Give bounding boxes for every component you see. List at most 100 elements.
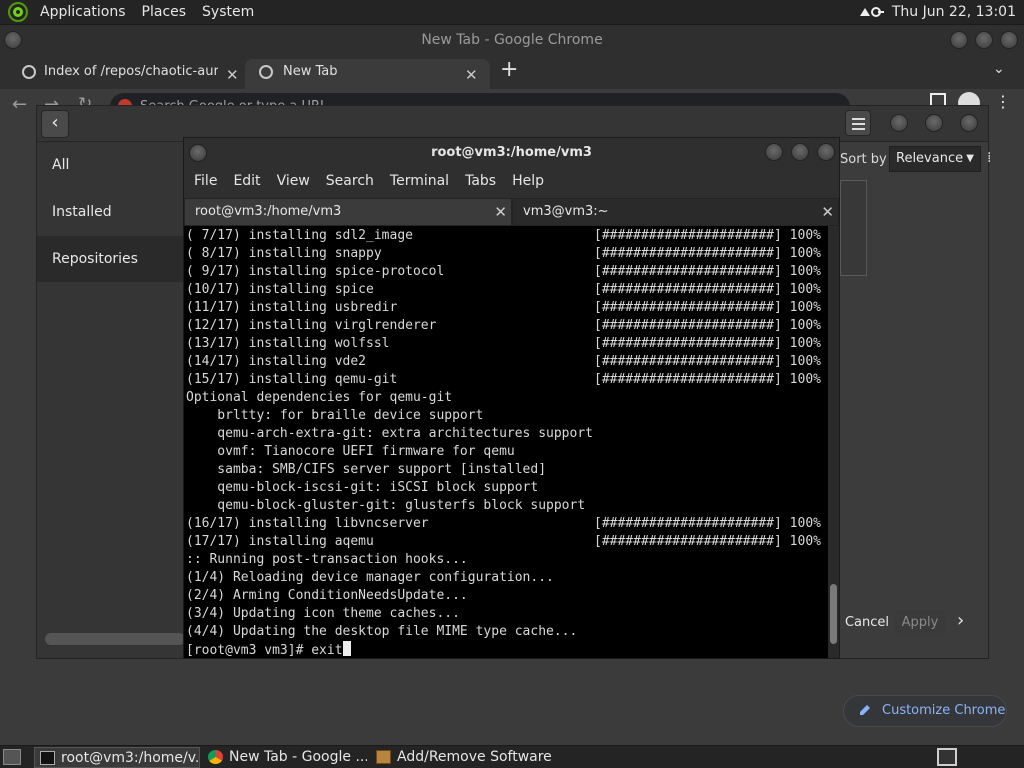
customize-chrome-button[interactable]: Customize Chrome xyxy=(843,695,1007,727)
terminal-line-text: (16/17) installing libvncserver xyxy=(186,516,429,531)
terminal-line-text: (11/17) installing usbredir xyxy=(186,300,398,315)
menu-terminal[interactable]: Terminal xyxy=(382,170,457,194)
close-button[interactable] xyxy=(817,143,835,161)
globe-icon xyxy=(259,65,273,79)
maximize-button[interactable] xyxy=(791,143,809,161)
task-add-remove-software[interactable]: Add/Remove Software xyxy=(371,747,561,768)
sidebar-item-installed[interactable]: Installed xyxy=(37,189,184,235)
maximize-button[interactable] xyxy=(925,114,943,132)
maximize-button[interactable] xyxy=(975,31,993,49)
new-tab-plus-icon[interactable]: + xyxy=(500,57,518,82)
terminal-output[interactable]: ( 7/17) installing sdl2_image [##########… xyxy=(184,226,828,658)
chrome-menu-icon[interactable]: ⋮ xyxy=(995,92,1011,111)
terminal-window: root@vm3:/home/vm3 File Edit View Search… xyxy=(183,137,840,659)
terminal-line: (2/4) Arming ConditionNeedsUpdate... xyxy=(186,587,468,605)
scrollbar-thumb[interactable] xyxy=(830,584,837,644)
close-button[interactable] xyxy=(960,114,978,132)
terminal-titlebar[interactable]: root@vm3:/home/vm3 xyxy=(184,138,839,168)
close-tab-icon[interactable]: ✕ xyxy=(821,199,834,225)
chrome-titlebar[interactable]: New Tab - Google Chrome xyxy=(0,25,1024,55)
close-tab-icon[interactable]: ✕ xyxy=(465,62,478,88)
terminal-tab-label: vm3@vm3:~ xyxy=(523,204,609,219)
terminal-line-progress: [######################] 100% xyxy=(594,264,821,279)
tab-search-chevron-icon[interactable]: ⌄ xyxy=(993,61,1005,77)
minimize-button[interactable] xyxy=(765,143,783,161)
menu-help[interactable]: Help xyxy=(504,170,552,194)
package-icon xyxy=(376,750,391,764)
task-label: Add/Remove Software xyxy=(397,749,552,765)
terminal-line: (16/17) installing libvncserver [########… xyxy=(186,515,821,533)
menu-file[interactable]: File xyxy=(186,170,225,194)
close-button[interactable] xyxy=(1000,31,1018,49)
terminal-line: qemu-block-iscsi-git: iSCSI block suppor… xyxy=(186,479,538,497)
task-chrome[interactable]: New Tab - Google ... xyxy=(203,747,367,768)
apply-button[interactable]: Apply xyxy=(895,610,945,636)
menu-tabs[interactable]: Tabs xyxy=(457,170,504,194)
minimize-button[interactable] xyxy=(890,114,908,132)
distro-logo-icon[interactable] xyxy=(8,2,28,22)
close-tab-icon[interactable]: ✕ xyxy=(226,62,239,88)
globe-icon xyxy=(22,65,36,79)
task-label: New Tab - Google ... xyxy=(229,749,367,765)
hamburger-menu-button[interactable] xyxy=(845,110,871,136)
workspace-switcher-icon[interactable] xyxy=(937,748,957,766)
menu-edit[interactable]: Edit xyxy=(225,170,268,194)
terminal-prompt[interactable]: [root@vm3 vm3]# exit xyxy=(186,641,351,658)
terminal-tab-vm3[interactable]: vm3@vm3:~ ✕ xyxy=(512,198,839,226)
pamac-sidebar: All Installed Repositories xyxy=(37,142,184,658)
terminal-line: ( 7/17) installing sdl2_image [##########… xyxy=(186,227,821,245)
tab-new-tab[interactable]: New Tab ✕ xyxy=(245,59,490,89)
terminal-line: (15/17) installing qemu-git [############… xyxy=(186,371,821,389)
terminal-scrollbar[interactable] xyxy=(828,226,839,658)
terminal-line-text: (13/17) installing wolfssl xyxy=(186,336,390,351)
menu-places[interactable]: Places xyxy=(134,4,195,20)
cancel-button[interactable]: Cancel xyxy=(843,610,891,636)
show-desktop-icon[interactable] xyxy=(3,749,21,765)
terminal-tab-root[interactable]: root@vm3:/home/vm3 ✕ xyxy=(184,198,512,226)
terminal-line: (11/17) installing usbredir [############… xyxy=(186,299,821,317)
chrome-tab-strip: Index of /repos/chaotic-aur/x8 ✕ New Tab… xyxy=(0,55,1024,89)
terminal-line-progress: [######################] 100% xyxy=(594,228,821,243)
terminal-line-text: brltty: for braille device support xyxy=(186,408,484,423)
terminal-line-text: (12/17) installing virglrenderer xyxy=(186,318,437,333)
terminal-line-text: qemu-arch-extra-git: extra architectures… xyxy=(186,426,593,441)
terminal-line-text: (4/4) Updating the desktop file MIME typ… xyxy=(186,624,578,639)
terminal-line-progress: [######################] 100% xyxy=(594,354,821,369)
horizontal-scrollbar[interactable] xyxy=(45,633,185,645)
sidebar-item-repositories[interactable]: Repositories xyxy=(37,236,184,282)
terminal-line: qemu-block-gluster-git: glusterfs block … xyxy=(186,497,585,515)
task-terminal[interactable]: root@vm3:/home/v... xyxy=(34,747,200,768)
network-arrows-icon[interactable] xyxy=(858,4,884,20)
grid-view-icon[interactable]: ⁞ xyxy=(987,150,991,166)
sort-select[interactable]: Relevance ▼ xyxy=(889,146,981,172)
tab-index-of-repos[interactable]: Index of /repos/chaotic-aur/x8 ✕ xyxy=(0,59,245,89)
menu-view[interactable]: View xyxy=(269,170,318,194)
terminal-line-text: samba: SMB/CIFS server support [installe… xyxy=(186,462,547,477)
terminal-cursor xyxy=(342,641,351,656)
terminal-line: Optional dependencies for qemu-git xyxy=(186,389,452,407)
close-tab-icon[interactable]: ✕ xyxy=(494,199,507,225)
terminal-title: root@vm3:/home/vm3 xyxy=(431,145,592,160)
minimize-button[interactable] xyxy=(950,31,968,49)
details-arrow-icon[interactable]: › xyxy=(957,610,964,631)
terminal-line: ( 9/17) installing spice-protocol [######… xyxy=(186,263,821,281)
sidebar-item-all[interactable]: All xyxy=(37,142,184,188)
task-label: root@vm3:/home/v... xyxy=(61,750,200,766)
terminal-line-progress: [######################] 100% xyxy=(594,372,821,387)
terminal-line: (12/17) installing virglrenderer [#######… xyxy=(186,317,821,335)
menu-applications[interactable]: Applications xyxy=(32,4,134,20)
back-button[interactable]: ‹ xyxy=(41,110,69,138)
back-arrow-icon[interactable]: ← xyxy=(12,94,27,115)
terminal-line: (3/4) Updating icon theme caches... xyxy=(186,605,460,623)
terminal-line: brltty: for braille device support xyxy=(186,407,483,425)
terminal-line-text: (2/4) Arming ConditionNeedsUpdate... xyxy=(186,588,468,603)
menu-search[interactable]: Search xyxy=(318,170,382,194)
clock[interactable]: Thu Jun 22, 13:01 xyxy=(892,4,1016,20)
terminal-line-text: (10/17) installing spice xyxy=(186,282,374,297)
terminal-line-text: qemu-block-iscsi-git: iSCSI block suppor… xyxy=(186,480,539,495)
menu-system[interactable]: System xyxy=(194,4,262,20)
package-card[interactable] xyxy=(840,180,867,276)
sort-by-label: Sort by xyxy=(840,152,887,167)
terminal-line: ovmf: Tianocore UEFI firmware for qemu xyxy=(186,443,514,461)
terminal-line-text: qemu-block-gluster-git: glusterfs block … xyxy=(186,498,586,513)
